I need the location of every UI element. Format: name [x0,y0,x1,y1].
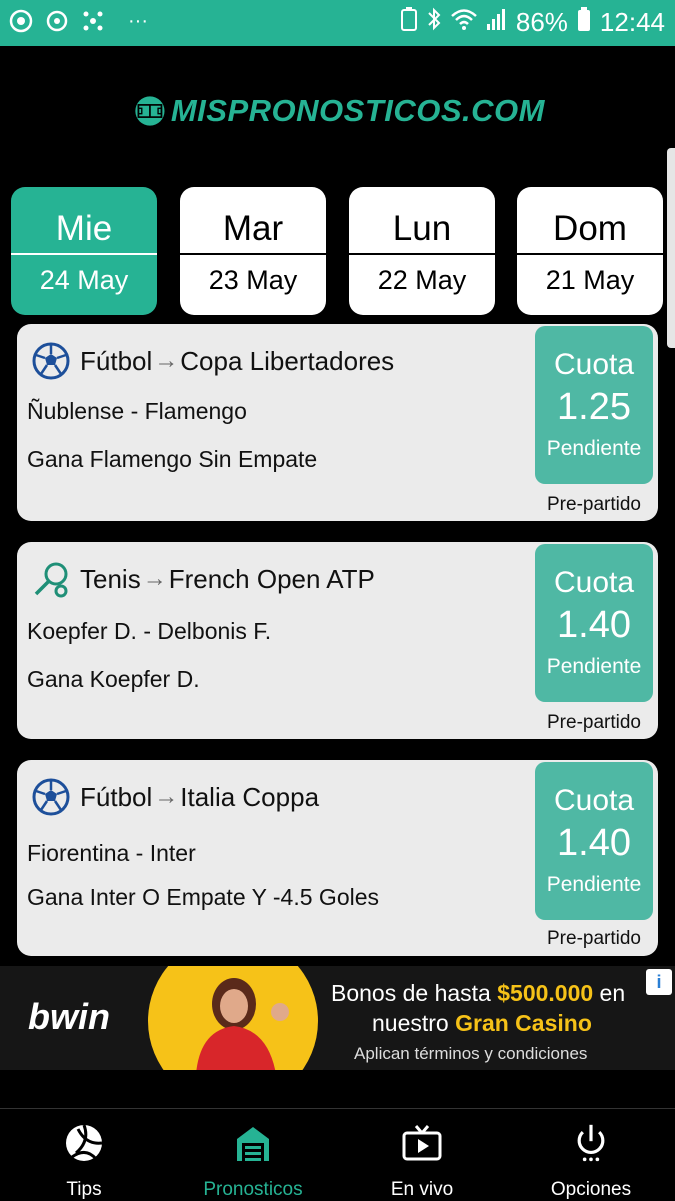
nav-label: En vivo [390,1179,454,1200]
sport-name: Tenis [80,563,141,594]
ad-headline-line2: nuestro Gran Casino [372,1010,592,1037]
tip-title: Fútbol → Italia Coppa [32,778,319,816]
nav-tips[interactable]: Tips [0,1109,168,1201]
battery-icon [576,6,592,39]
tv-play-icon [402,1125,442,1161]
day-tab-mie[interactable]: Mie 24 May [11,187,157,315]
match-teams: Ñublense - Flamengo [27,398,247,424]
arrow-right-icon: → [154,347,179,374]
garage-icon [237,1127,269,1161]
tip-pick: Gana Inter O Empate Y -4.5 Goles [27,884,380,910]
day-tab-day: Dom [553,209,627,248]
tip-timing: Pre-partido [547,928,641,949]
power-icon [577,1124,605,1162]
arrow-right-icon: → [142,565,167,592]
day-tab-divider [517,253,663,255]
day-tab-day: Mie [55,209,113,248]
tip-status: Pendiente [546,655,642,678]
odds-box: Cuota 1.40 Pendiente [535,544,653,702]
volleyball-icon [66,1124,103,1161]
competition-name: French Open ATP [168,563,375,594]
ad-brand-logo: bwin [28,996,110,1037]
tip-timing: Pre-partido [547,712,641,733]
bluetooth-icon [426,6,442,39]
tip-status: Pendiente [546,873,642,896]
sync-notification-icon [44,8,70,34]
logo-text: MISPRONOSTICOS.COM [170,93,545,128]
odds-box: Cuota 1.25 Pendiente [535,326,653,484]
ad-text: en [593,980,626,1006]
tip-title: Fútbol → Copa Libertadores [32,342,394,380]
odds-value: 1.40 [557,604,631,646]
signal-icon [486,7,508,38]
soccer-ball-icon [32,778,70,816]
scrollbar[interactable] [667,148,675,348]
nav-label: Opciones [550,1179,632,1200]
day-tab-divider [349,253,495,255]
day-tab-day: Lun [392,209,452,248]
odds-box: Cuota 1.40 Pendiente [535,762,653,920]
day-tab-date: 23 May [208,265,298,295]
app-logo: MISPRONOSTICOS.COM [135,66,545,156]
hub-notification-icon [80,8,106,34]
ad-text: Bonos de hasta [331,980,498,1006]
ad-person-image [196,978,289,1070]
sport-name: Fútbol [80,781,153,812]
clock: 12:44 [599,7,665,37]
match-teams: Koepfer D. - Delbonis F. [27,618,272,644]
battery-percent: 86% [515,7,568,37]
tip-pick: Gana Koepfer D. [27,666,200,692]
tennis-racket-icon [34,562,68,598]
competition-name: Copa Libertadores [180,345,395,376]
tip-status: Pendiente [546,437,642,460]
odds-value: 1.25 [557,386,631,428]
match-teams: Fiorentina - Inter [27,840,196,866]
soccer-ball-icon [32,342,70,380]
field-logo-icon [135,96,165,126]
tip-pick: Gana Flamengo Sin Empate [27,446,318,472]
nav-opciones[interactable]: Opciones [507,1109,675,1201]
day-tab-divider [180,253,326,255]
odds-label: Cuota [553,348,635,381]
tip-card[interactable]: Tenis → French Open ATP Koepfer D. - Del… [17,542,658,739]
status-bar: ··· 86% 12:44 [0,0,675,46]
day-tab-dom[interactable]: Dom 21 May [517,187,663,315]
ad-info-icon[interactable]: i [646,969,672,995]
day-tab-mar[interactable]: Mar 23 May [180,187,326,315]
wifi-icon [450,7,478,38]
day-tab-day: Mar [222,209,284,248]
nav-label: Tips [66,1179,102,1200]
tip-card[interactable]: Fútbol → Italia Coppa Fiorentina - Inter… [17,760,658,956]
ad-terms: Aplican términos y condiciones [354,1044,588,1063]
ad-highlight: $500.000 [497,980,594,1006]
odds-label: Cuota [553,784,635,817]
competition-name: Italia Coppa [180,781,320,812]
bottom-nav: Tips Pronosticos En vivo Opciones [0,1108,675,1201]
arrow-right-icon: → [154,783,179,810]
soccer-notification-icon [8,8,34,34]
sport-name: Fútbol [80,345,153,376]
day-tab-date: 22 May [377,265,467,295]
tip-timing: Pre-partido [547,494,641,515]
day-tab-date: 21 May [545,265,635,295]
tip-title: Tenis → French Open ATP [32,560,375,598]
nav-en-vivo[interactable]: En vivo [338,1109,506,1201]
nav-label: Pronosticos [203,1179,303,1200]
battery-saver-icon [400,6,418,39]
ad-headline-line1: Bonos de hasta $500.000 en [331,980,625,1007]
more-notifications-dots: ··· [128,9,148,32]
odds-value: 1.40 [557,822,631,864]
day-tab-divider [11,253,157,255]
ad-highlight: Gran Casino [455,1010,592,1036]
nav-pronosticos[interactable]: Pronosticos [169,1109,337,1201]
ad-text: nuestro [372,1010,456,1036]
odds-label: Cuota [553,566,635,599]
tip-card[interactable]: Fútbol → Copa Libertadores Ñublense - Fl… [17,324,658,521]
day-tab-date: 24 May [39,265,129,295]
ad-banner[interactable]: bwin Bonos de hasta $500.000 en nuestro … [0,966,675,1070]
day-tab-lun[interactable]: Lun 22 May [349,187,495,315]
